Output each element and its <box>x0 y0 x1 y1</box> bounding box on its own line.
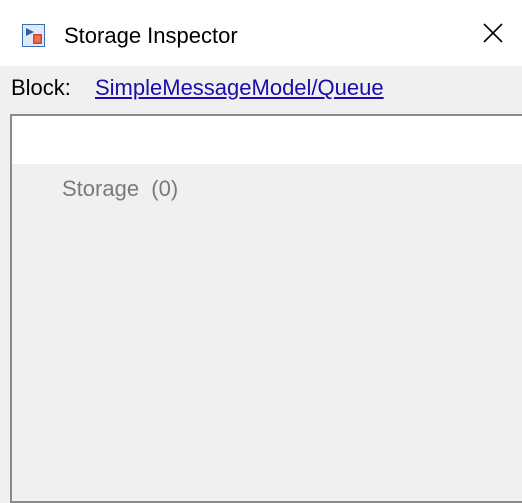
app-icon <box>22 24 45 47</box>
close-button[interactable] <box>470 12 516 58</box>
block-label: Block: <box>11 75 71 100</box>
tree-item-storage[interactable]: Storage (0) <box>12 164 522 212</box>
tree-header-row <box>12 116 522 164</box>
block-path-link[interactable]: SimpleMessageModel/Queue <box>95 74 384 102</box>
close-icon <box>483 22 503 48</box>
storage-label: Storage (0) <box>62 176 179 201</box>
title-bar: Storage Inspector <box>0 0 522 66</box>
storage-tree-panel[interactable]: Storage (0) <box>10 114 522 503</box>
storage-inspector-window: Storage Inspector Block: SimpleMessageMo… <box>0 0 522 503</box>
window-title: Storage Inspector <box>64 23 238 48</box>
block-bar: Block: SimpleMessageModel/Queue <box>0 66 522 110</box>
